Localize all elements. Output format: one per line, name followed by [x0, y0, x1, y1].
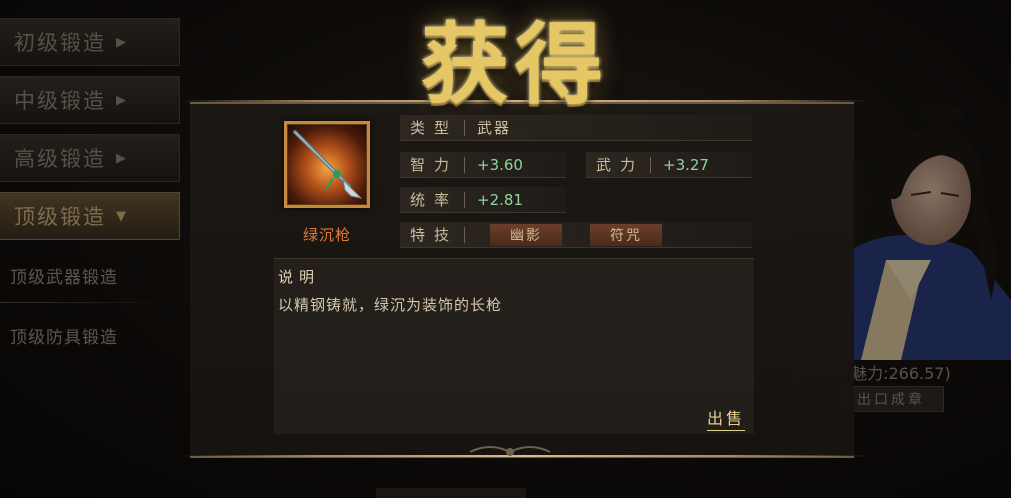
sidebar-item-advanced-forge[interactable]: 高级锻造 ▶: [0, 134, 180, 182]
chevron-right-icon: ▶: [116, 34, 128, 50]
sidebar-item-label: 中级锻造: [14, 89, 106, 113]
sidebar-item-label: 顶级锻造: [14, 205, 106, 229]
attr-row-type: 类型 武器: [400, 115, 752, 141]
description-panel: [274, 258, 754, 434]
bottom-bar: [376, 488, 526, 498]
item-name: 绿沉枪: [302, 226, 351, 244]
skill-tag-shadow[interactable]: 幽影: [490, 224, 562, 246]
attr-row-intellect: 智力 +3.60: [400, 152, 566, 178]
leadership-label: 统率: [410, 191, 459, 209]
description-title: 说明: [278, 268, 321, 286]
sidebar-item-intermediate-forge[interactable]: 中级锻造 ▶: [0, 76, 180, 124]
attr-row-leadership: 统率 +2.81: [400, 187, 566, 213]
description-text: 以精钢铸就，绿沉为装饰的长枪: [278, 296, 503, 314]
sidebar-item-top-forge[interactable]: 顶级锻造 ▼: [0, 192, 180, 240]
attr-row-skills: 特技: [400, 222, 752, 248]
attr-row-force: 武力 +3.27: [586, 152, 752, 178]
sidebar-subitem-weapon-forge[interactable]: 顶级武器锻造: [0, 248, 180, 302]
sidebar-subitem-label: 顶级防具锻造: [10, 327, 118, 348]
sell-button[interactable]: 出售: [707, 405, 746, 431]
sidebar-item-label: 初级锻造: [14, 31, 106, 55]
divider: [650, 156, 651, 173]
chevron-right-icon: ▶: [116, 150, 128, 166]
force-value: +3.27: [663, 155, 709, 174]
skill-tag-talisman[interactable]: 符咒: [590, 224, 662, 246]
spear-icon: [293, 130, 363, 199]
intellect-value: +3.60: [477, 155, 523, 174]
sidebar-item-basic-forge[interactable]: 初级锻造 ▶: [0, 18, 180, 66]
leadership-value: +2.81: [477, 190, 523, 209]
item-slot[interactable]: [284, 121, 370, 208]
sidebar-subitem-armor-forge[interactable]: 顶级防具锻造: [0, 308, 180, 362]
chevron-right-icon: ▶: [116, 92, 128, 108]
sidebar-subitem-label: 顶级武器锻造: [10, 267, 118, 288]
divider: [464, 156, 465, 173]
emblem-decoration: [460, 442, 560, 462]
divider: [464, 226, 465, 243]
divider: [464, 119, 465, 136]
divider: [464, 191, 465, 208]
type-label: 类型: [410, 119, 459, 137]
force-label: 武力: [596, 156, 645, 174]
skill-label: 特技: [410, 226, 459, 244]
chevron-down-icon: ▼: [116, 208, 128, 224]
type-value: 武器: [477, 119, 512, 137]
sidebar-divider: [0, 302, 180, 303]
sidebar-item-label: 高级锻造: [14, 147, 106, 171]
intellect-label: 智力: [410, 156, 459, 174]
dialog-title: 获得: [420, 12, 609, 116]
